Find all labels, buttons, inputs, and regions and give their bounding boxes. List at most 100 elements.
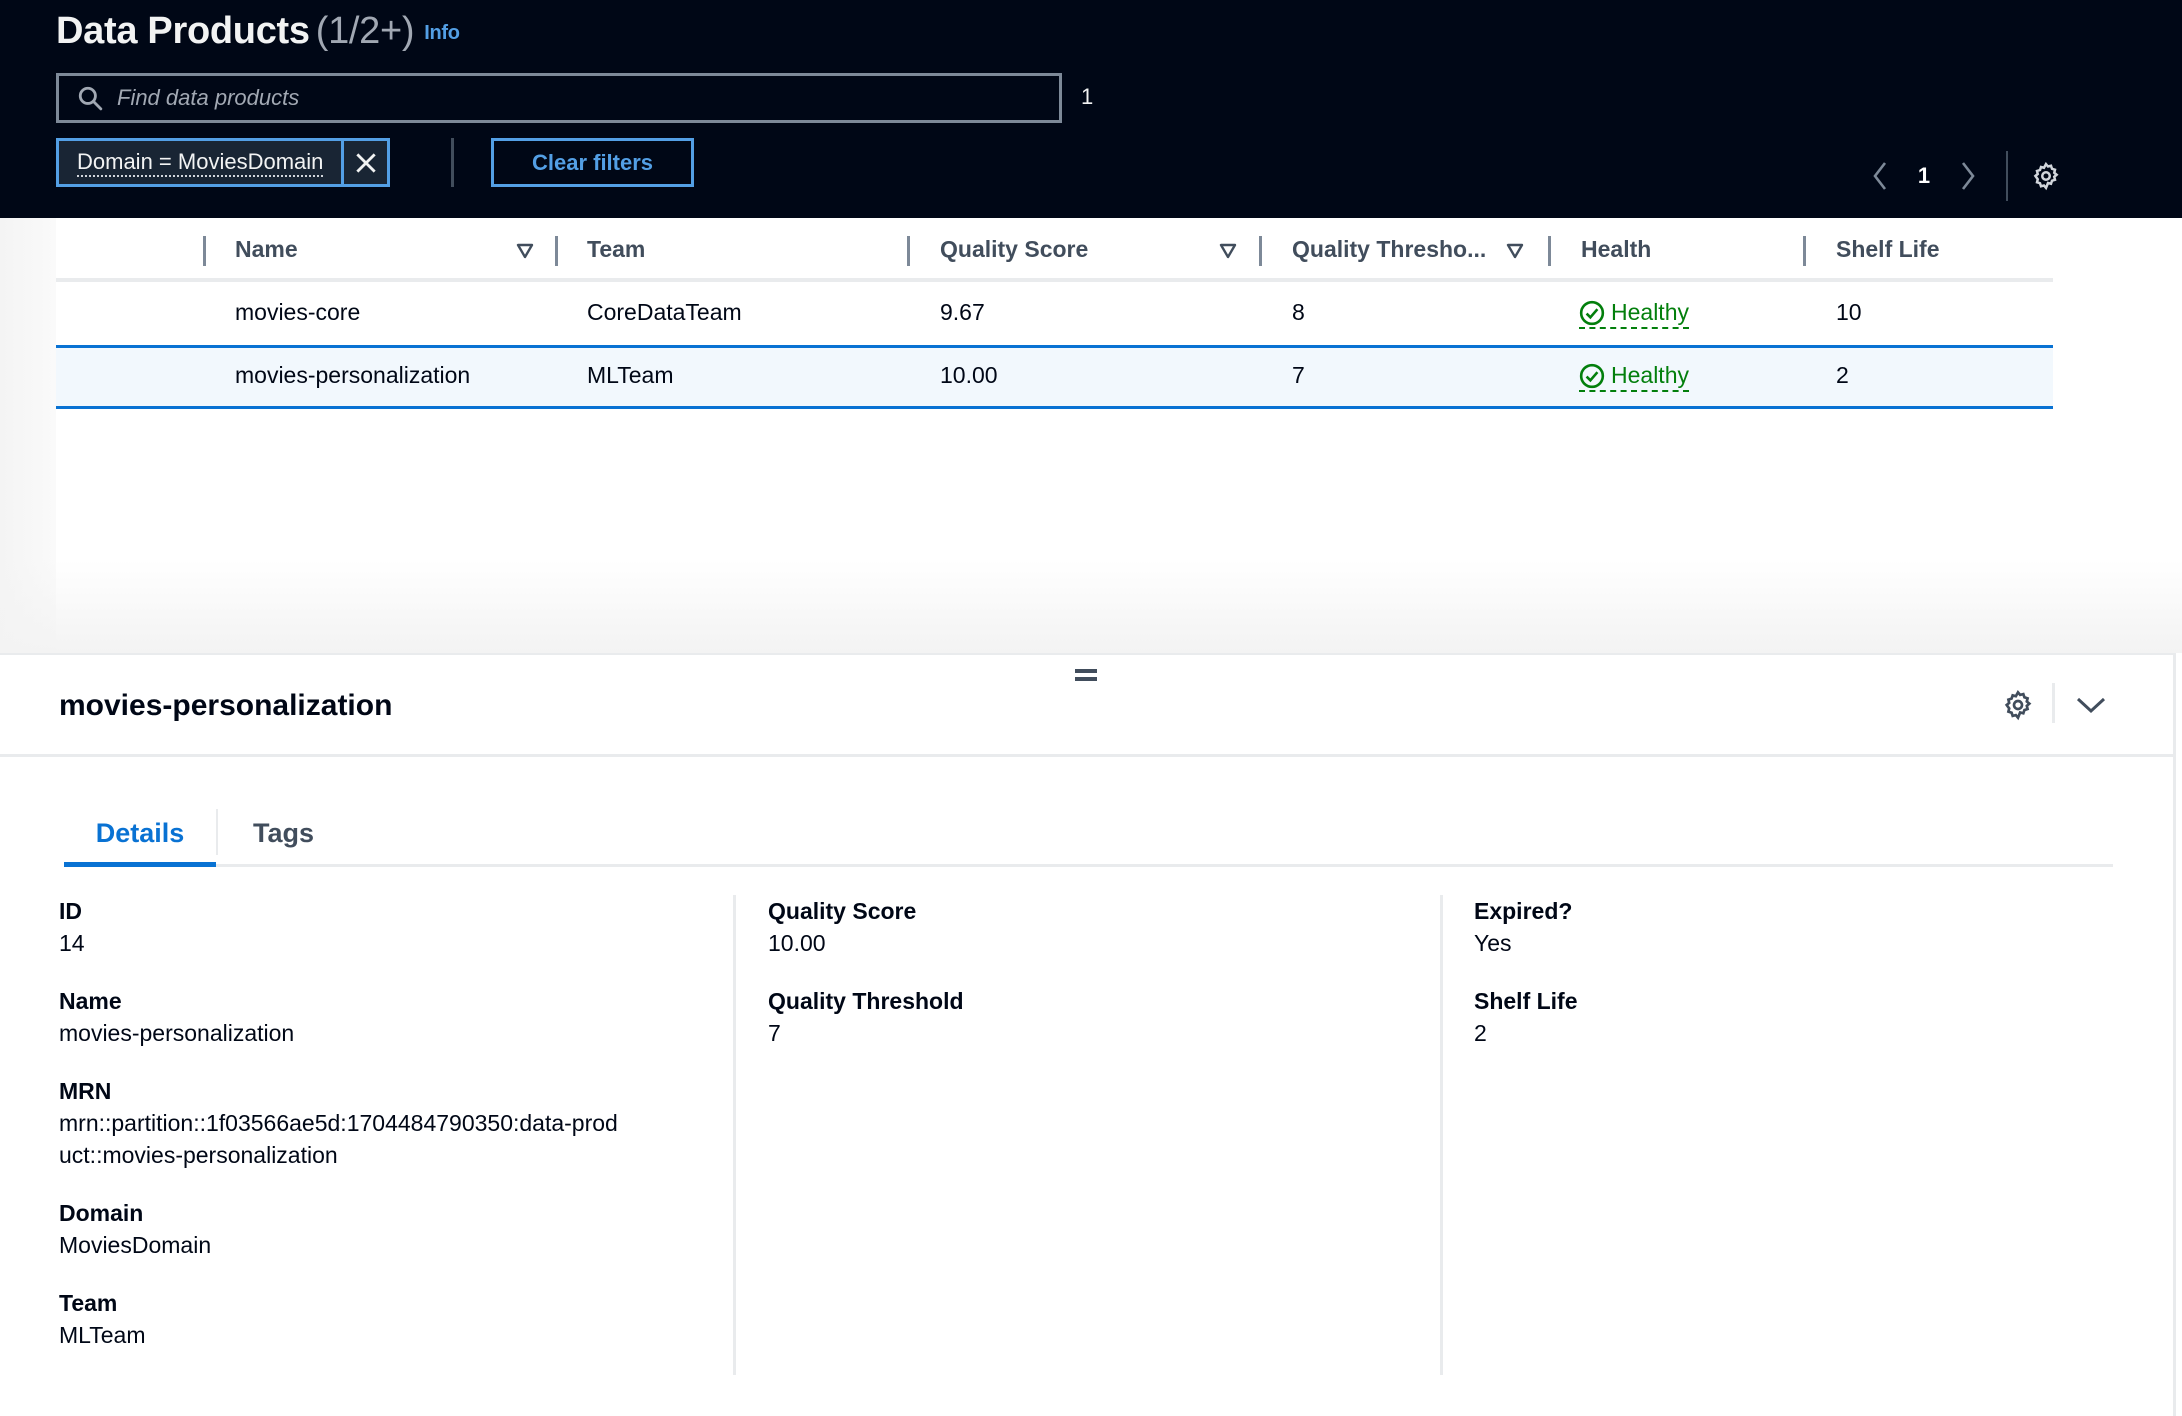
split-panel-title: movies-personalization — [59, 689, 393, 722]
column-header-name[interactable]: Name — [235, 236, 298, 263]
chevron-down-icon — [2076, 697, 2106, 714]
page-number[interactable]: 1 — [1898, 163, 1950, 189]
filter-triangle-icon[interactable] — [1219, 242, 1237, 260]
chevron-left-icon — [1873, 162, 1887, 190]
column-header-team[interactable]: Team — [587, 236, 645, 263]
check-circle-icon — [1579, 300, 1605, 325]
detail-expired: Expired? Yes — [1474, 895, 1578, 959]
gear-icon — [2033, 161, 2059, 191]
health-status-label: Healthy — [1611, 362, 1689, 388]
detail-label: Expired? — [1474, 898, 1573, 924]
page-title-text: Data Products — [56, 10, 310, 52]
column-divider — [733, 895, 736, 1375]
detail-value: 2 — [1474, 1020, 1487, 1046]
data-products-table: Name Team Quality Score Quality Thresho.… — [56, 218, 2053, 409]
split-panel-preferences-button[interactable] — [2002, 689, 2034, 721]
health-status-label: Healthy — [1611, 299, 1689, 325]
column-resizer[interactable] — [1803, 236, 1806, 266]
detail-value: Yes — [1474, 930, 1512, 956]
column-resizer[interactable] — [555, 236, 558, 266]
search-icon — [78, 86, 103, 111]
column-header-health[interactable]: Health — [1581, 236, 1651, 263]
detail-label: Quality Threshold — [768, 988, 964, 1014]
tab-tags[interactable]: Tags — [253, 803, 314, 864]
clear-filters-button[interactable]: Clear filters — [491, 138, 694, 187]
cell-quality-score: 10.00 — [940, 362, 998, 388]
cell-name: movies-core — [235, 299, 361, 325]
detail-value: 14 — [59, 930, 85, 956]
detail-label: MRN — [59, 1078, 112, 1104]
table-row[interactable]: movies-core CoreDataTeam 9.67 8 Healthy … — [56, 282, 2053, 345]
detail-label: ID — [59, 898, 82, 924]
filter-divider — [451, 138, 454, 187]
content-fade — [0, 560, 2182, 653]
detail-value: 10.00 — [768, 930, 826, 956]
detail-team: Team MLTeam — [59, 1287, 619, 1351]
cell-team: CoreDataTeam — [587, 299, 742, 325]
details-column-3: Expired? Yes Shelf Life 2 — [1474, 895, 1578, 1075]
close-icon — [356, 152, 376, 173]
cell-health[interactable]: Healthy — [1579, 299, 1689, 329]
previous-page-button[interactable] — [1862, 156, 1898, 196]
pagination: 1 — [1862, 151, 2066, 201]
tab-details[interactable]: Details — [64, 803, 216, 867]
filter-triangle-icon[interactable] — [516, 242, 534, 260]
info-link[interactable]: Info — [424, 22, 460, 44]
column-header-shelf-life[interactable]: Shelf Life — [1836, 236, 1940, 263]
next-page-button[interactable] — [1950, 156, 1986, 196]
drag-handle-icon[interactable] — [1075, 669, 1097, 683]
column-resizer[interactable] — [203, 236, 206, 266]
cell-team: MLTeam — [587, 362, 674, 388]
detail-value: MLTeam — [59, 1322, 146, 1348]
table-row-selected[interactable]: movies-personalization MLTeam 10.00 7 He… — [56, 345, 2053, 409]
detail-label: Name — [59, 988, 122, 1014]
filter-triangle-icon[interactable] — [1506, 242, 1524, 260]
gear-icon — [2004, 689, 2032, 721]
column-resizer[interactable] — [907, 236, 910, 266]
detail-value: movies-personalization — [59, 1020, 295, 1046]
column-resizer[interactable] — [1259, 236, 1262, 266]
detail-name: Name movies-personalization — [59, 985, 619, 1049]
chevron-right-icon — [1961, 162, 1975, 190]
detail-label: Shelf Life — [1474, 988, 1578, 1014]
remove-filter-button[interactable] — [341, 141, 387, 184]
detail-quality-score: Quality Score 10.00 — [768, 895, 964, 959]
details-column-1: ID 14 Name movies-personalization MRN mr… — [59, 895, 619, 1377]
detail-value: mrn::partition::1f03566ae5d:170448479035… — [59, 1110, 618, 1168]
detail-value: 7 — [768, 1020, 781, 1046]
column-resizer[interactable] — [1548, 236, 1551, 266]
page-title: Data Products (1/2+) Info — [56, 10, 460, 53]
column-header-quality-threshold[interactable]: Quality Thresho... — [1292, 236, 1486, 263]
detail-label: Quality Score — [768, 898, 917, 924]
detail-quality-threshold: Quality Threshold 7 — [768, 985, 964, 1049]
check-circle-icon — [1579, 363, 1605, 388]
cell-name: movies-personalization — [235, 362, 471, 388]
table-header-row: Name Team Quality Score Quality Thresho.… — [56, 218, 2053, 282]
detail-value: MoviesDomain — [59, 1232, 212, 1258]
detail-mrn: MRN mrn::partition::1f03566ae5d:17044847… — [59, 1075, 619, 1171]
filter-token-label[interactable]: Domain = MoviesDomain — [59, 141, 341, 184]
pagination-divider — [2006, 151, 2008, 201]
detail-domain: Domain MoviesDomain — [59, 1197, 619, 1261]
detail-label: Domain — [59, 1200, 144, 1226]
detail-label: Team — [59, 1290, 118, 1316]
split-panel-header: movies-personalization — [0, 655, 2173, 757]
cell-health[interactable]: Healthy — [1579, 362, 1689, 392]
filter-token: Domain = MoviesDomain — [56, 138, 391, 187]
match-count: 1 — [1081, 84, 1094, 109]
collapse-panel-button[interactable] — [2074, 689, 2108, 721]
tab-list: Details Tags — [64, 803, 2113, 867]
detail-shelf-life: Shelf Life 2 — [1474, 985, 1578, 1049]
table-preferences-button[interactable] — [2026, 156, 2066, 196]
search-field[interactable] — [56, 73, 1062, 123]
column-divider — [1440, 895, 1443, 1375]
header-divider — [2052, 683, 2055, 723]
cell-quality-threshold: 8 — [1292, 299, 1305, 325]
cell-quality-score: 9.67 — [940, 299, 985, 325]
details-column-2: Quality Score 10.00 Quality Threshold 7 — [768, 895, 964, 1075]
cell-shelf-life: 2 — [1836, 362, 1849, 388]
search-input[interactable] — [117, 85, 1017, 111]
table-header-bar: Data Products(1/2+) Info 1 Domain = Movie… — [0, 0, 2182, 218]
column-header-quality-score[interactable]: Quality Score — [940, 236, 1088, 263]
cell-quality-threshold: 7 — [1292, 362, 1305, 388]
